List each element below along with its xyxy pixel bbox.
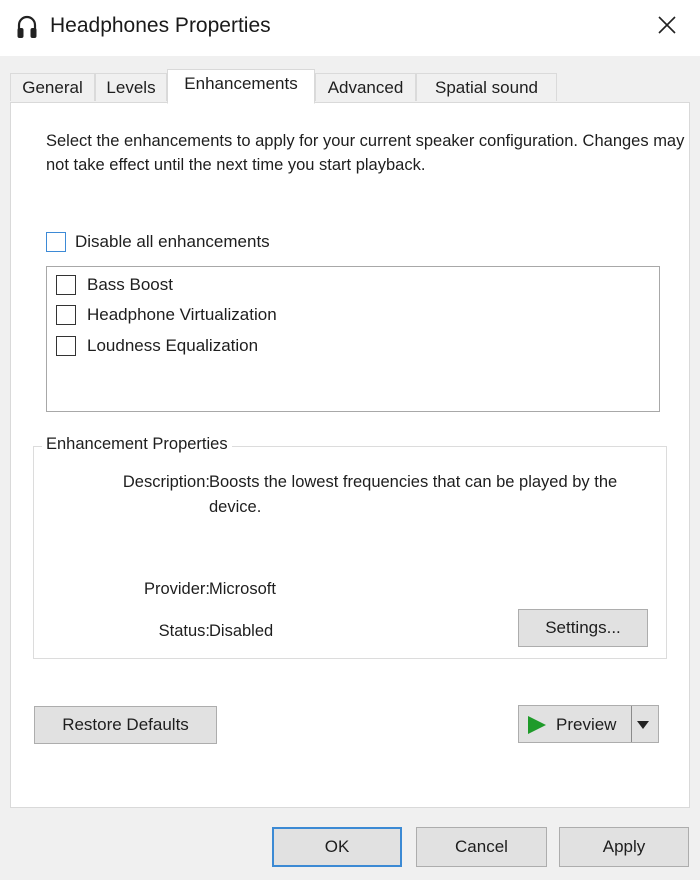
description-label: Description: bbox=[122, 473, 210, 491]
close-icon bbox=[658, 15, 676, 39]
apply-button[interactable]: Apply bbox=[559, 827, 689, 867]
disable-all-label: Disable all enhancements bbox=[75, 232, 270, 251]
description-value: Boosts the lowest frequencies that can b… bbox=[209, 473, 618, 516]
status-value: Disabled bbox=[209, 622, 274, 640]
preview-dropdown-button[interactable] bbox=[631, 706, 654, 742]
ok-button[interactable]: OK bbox=[272, 827, 402, 867]
enhancements-panel: Select the enhancements to apply for you… bbox=[10, 102, 690, 808]
tab-enhancements[interactable]: Enhancements bbox=[167, 69, 315, 104]
window-title: Headphones Properties bbox=[50, 14, 271, 37]
status-label: Status: bbox=[158, 622, 210, 640]
disable-all-checkbox[interactable] bbox=[46, 232, 66, 252]
tab-spatial-sound[interactable]: Spatial sound bbox=[416, 73, 557, 101]
tab-general[interactable]: General bbox=[10, 73, 95, 101]
close-button[interactable] bbox=[644, 8, 690, 46]
settings-button[interactable]: Settings... bbox=[518, 609, 648, 647]
chevron-down-icon bbox=[637, 714, 649, 734]
cancel-button[interactable]: Cancel bbox=[416, 827, 547, 867]
preview-split-button[interactable]: Preview bbox=[518, 705, 659, 743]
headphone-virtualization-label: Headphone Virtualization bbox=[87, 305, 277, 324]
restore-defaults-button[interactable]: Restore Defaults bbox=[34, 706, 217, 744]
enhancement-properties-legend: Enhancement Properties bbox=[42, 435, 232, 454]
enhancements-list[interactable]: Bass Boost Headphone Virtualization Loud… bbox=[46, 266, 660, 412]
headphones-icon bbox=[16, 14, 38, 40]
preview-label: Preview bbox=[556, 715, 617, 734]
title-bar: Headphones Properties bbox=[0, 0, 700, 56]
bass-boost-checkbox[interactable] bbox=[56, 275, 76, 295]
intro-text: Select the enhancements to apply for you… bbox=[46, 132, 685, 174]
tab-advanced[interactable]: Advanced bbox=[315, 73, 416, 101]
tab-levels[interactable]: Levels bbox=[95, 73, 167, 101]
loudness-equalization-label: Loudness Equalization bbox=[87, 336, 259, 355]
enhancement-properties-group: Enhancement Properties Description: Boos… bbox=[33, 435, 667, 659]
headphone-virtualization-checkbox[interactable] bbox=[56, 305, 76, 325]
provider-label: Provider: bbox=[143, 580, 210, 598]
bass-boost-label: Bass Boost bbox=[87, 275, 173, 294]
play-icon bbox=[527, 715, 547, 740]
loudness-equalization-checkbox[interactable] bbox=[56, 336, 76, 356]
provider-value: Microsoft bbox=[209, 580, 276, 598]
